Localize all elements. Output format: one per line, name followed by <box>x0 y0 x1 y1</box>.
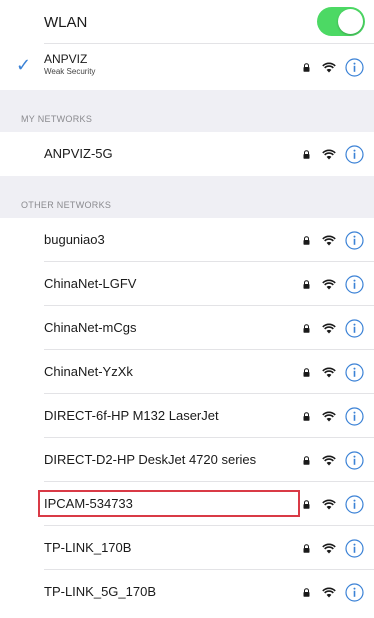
security-note: Weak Security <box>44 67 96 76</box>
lock-icon <box>303 279 310 289</box>
network-icons <box>303 570 364 614</box>
wlan-toggle[interactable] <box>317 7 365 36</box>
info-icon[interactable] <box>345 538 364 558</box>
wifi-icon <box>322 411 336 422</box>
my-networks-header: MY NETWORKS <box>21 114 93 124</box>
info-icon[interactable] <box>345 362 364 382</box>
wifi-icon <box>322 62 336 73</box>
network-name: ChinaNet-YzXk <box>44 364 133 379</box>
lock-icon <box>303 323 310 333</box>
network-row[interactable]: ChinaNet-LGFV <box>0 262 374 306</box>
network-icons <box>303 350 364 394</box>
info-icon[interactable] <box>345 494 364 514</box>
network-icons <box>303 132 364 176</box>
info-icon[interactable] <box>345 450 364 470</box>
other-networks-header: OTHER NETWORKS <box>21 200 112 210</box>
info-icon[interactable] <box>345 318 364 338</box>
network-name: IPCAM-534733 <box>44 496 133 511</box>
wifi-icon <box>322 587 336 598</box>
network-icons <box>303 44 364 90</box>
network-row[interactable]: buguniao3 <box>0 218 374 262</box>
wlan-label: WLAN <box>44 13 88 31</box>
my-networks-section: MY NETWORKS <box>0 90 374 132</box>
checkmark-icon: ✓ <box>16 55 32 75</box>
network-name: DIRECT-D2-HP DeskJet 4720 series <box>44 452 257 467</box>
network-row[interactable]: ChinaNet-YzXk <box>0 350 374 394</box>
wlan-settings-screen: WLAN ✓ ANPVIZ Weak Security MY NETWORKS … <box>0 0 374 618</box>
network-icons <box>303 438 364 482</box>
wifi-icon <box>322 499 336 510</box>
info-icon[interactable] <box>345 582 364 602</box>
network-name: ChinaNet-LGFV <box>44 276 137 291</box>
lock-icon <box>303 587 310 597</box>
wifi-icon <box>322 279 336 290</box>
lock-icon <box>303 411 310 421</box>
wifi-icon <box>322 543 336 554</box>
current-network-row[interactable]: ✓ ANPVIZ Weak Security <box>0 44 374 90</box>
lock-icon <box>303 235 310 245</box>
network-icons <box>303 218 364 262</box>
network-name: TP-LINK_170B <box>44 540 132 555</box>
network-name: ChinaNet-mCgs <box>44 320 137 335</box>
my-networks-list: ANPVIZ-5G <box>0 132 374 176</box>
lock-icon <box>303 543 310 553</box>
network-row[interactable]: DIRECT-6f-HP M132 LaserJet <box>0 394 374 438</box>
lock-icon <box>303 149 310 159</box>
other-networks-section: OTHER NETWORKS <box>0 176 374 218</box>
info-icon[interactable] <box>345 57 364 77</box>
wifi-icon <box>322 455 336 466</box>
network-row[interactable]: DIRECT-D2-HP DeskJet 4720 series <box>0 438 374 482</box>
network-name: ANPVIZ-5G <box>44 146 113 161</box>
toggle-knob <box>338 9 363 34</box>
lock-icon <box>303 62 310 72</box>
wifi-icon <box>322 367 336 378</box>
wlan-toggle-row: WLAN <box>0 0 374 44</box>
network-name: buguniao3 <box>44 232 105 247</box>
other-networks-list: buguniao3 ChinaNet-LGFV ChinaNet-mCgs China… <box>0 218 374 614</box>
network-name: DIRECT-6f-HP M132 LaserJet <box>44 408 219 423</box>
wifi-icon <box>322 323 336 334</box>
network-icons <box>303 306 364 350</box>
network-name: TP-LINK_5G_170B <box>44 584 157 599</box>
info-icon[interactable] <box>345 144 364 164</box>
lock-icon <box>303 499 310 509</box>
network-icons <box>303 482 364 526</box>
info-icon[interactable] <box>345 274 364 294</box>
current-network-text: ANPVIZ Weak Security <box>44 52 95 76</box>
lock-icon <box>303 367 310 377</box>
info-icon[interactable] <box>345 406 364 426</box>
lock-icon <box>303 455 310 465</box>
network-icons <box>303 526 364 570</box>
wifi-icon <box>322 235 336 246</box>
network-icons <box>303 262 364 306</box>
network-row[interactable]: ANPVIZ-5G <box>0 132 374 176</box>
wifi-icon <box>322 149 336 160</box>
network-row[interactable]: ChinaNet-mCgs <box>0 306 374 350</box>
network-row[interactable]: TP-LINK_5G_170B <box>0 570 374 614</box>
network-row[interactable]: IPCAM-534733 <box>0 482 374 526</box>
network-row[interactable]: TP-LINK_170B <box>0 526 374 570</box>
info-icon[interactable] <box>345 230 364 250</box>
network-icons <box>303 394 364 438</box>
current-network-name: ANPVIZ <box>44 52 88 66</box>
